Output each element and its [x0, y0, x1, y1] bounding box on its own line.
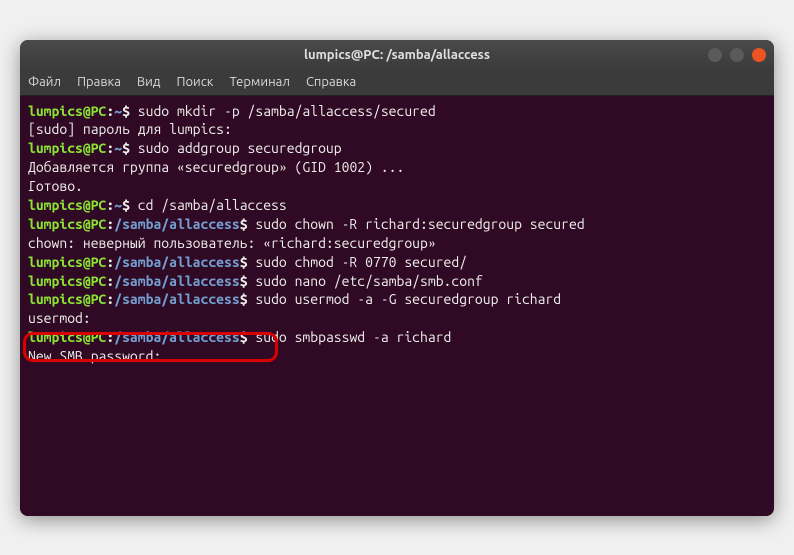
close-button[interactable]	[752, 48, 766, 62]
command-text: sudo addgroup securedgroup	[130, 140, 342, 156]
terminal-command-line: lumpics@PC:/samba/allaccess$ sudo chown …	[28, 215, 766, 234]
command-text: sudo smbpasswd -a richard	[248, 329, 452, 345]
prompt-user: lumpics@PC	[28, 273, 106, 289]
menu-help[interactable]: Справка	[306, 75, 356, 89]
prompt-dollar: $	[240, 273, 248, 289]
terminal-body[interactable]: lumpics@PC:~$ sudo mkdir -p /samba/allac…	[20, 96, 774, 516]
prompt-user: lumpics@PC	[28, 216, 106, 232]
output-text: Добавляется группа «securedgroup» (GID 1…	[28, 159, 404, 175]
terminal-command-line: lumpics@PC:~$ sudo addgroup securedgroup	[28, 139, 766, 158]
terminal-output-line: Добавляется группа «securedgroup» (GID 1…	[28, 158, 766, 177]
prompt-path: ~	[114, 140, 122, 156]
window-controls	[708, 48, 766, 62]
prompt-dollar: $	[240, 329, 248, 345]
prompt-path: /samba/allaccess	[114, 216, 239, 232]
prompt-dollar: $	[240, 291, 248, 307]
terminal-command-line: lumpics@PC:/samba/allaccess$ sudo usermo…	[28, 290, 766, 309]
terminal-output-line: chown: неверный пользователь: «richard:s…	[28, 234, 766, 253]
output-text: New SMB password:	[28, 348, 161, 364]
command-text: sudo nano /etc/samba/smb.conf	[248, 273, 483, 289]
prompt-path: ~	[114, 197, 122, 213]
output-text: chown: неверный пользователь: «richard:s…	[28, 235, 436, 251]
prompt-user: lumpics@PC	[28, 140, 106, 156]
prompt-dollar: $	[122, 140, 130, 156]
prompt-user: lumpics@PC	[28, 291, 106, 307]
prompt-dollar: $	[240, 254, 248, 270]
command-text: sudo mkdir -p /samba/allaccess/secured	[130, 103, 436, 119]
terminal-command-line: lumpics@PC:/samba/allaccess$ sudo nano /…	[28, 272, 766, 291]
terminal-output-line: [sudo] пароль для lumpics:	[28, 120, 766, 139]
titlebar[interactable]: lumpics@PC: /samba/allaccess	[20, 40, 774, 70]
output-text: Готово.	[28, 178, 83, 194]
menu-edit[interactable]: Правка	[77, 75, 121, 89]
menu-file[interactable]: Файл	[28, 75, 61, 89]
prompt-path: /samba/allaccess	[114, 329, 239, 345]
prompt-user: lumpics@PC	[28, 329, 106, 345]
prompt-path: ~	[114, 103, 122, 119]
minimize-button[interactable]	[708, 48, 722, 62]
output-text: usermod:	[28, 310, 91, 326]
command-text: sudo usermod -a -G securedgroup richard	[248, 291, 562, 307]
terminal-output-line: New SMB password:	[28, 347, 766, 366]
menu-terminal[interactable]: Терминал	[229, 75, 289, 89]
menu-search[interactable]: Поиск	[176, 75, 213, 89]
terminal-command-line: lumpics@PC:~$ sudo mkdir -p /samba/allac…	[28, 102, 766, 121]
prompt-path: /samba/allaccess	[114, 273, 239, 289]
prompt-path: /samba/allaccess	[114, 254, 239, 270]
prompt-user: lumpics@PC	[28, 254, 106, 270]
prompt-user: lumpics@PC	[28, 103, 106, 119]
menu-view[interactable]: Вид	[137, 75, 161, 89]
prompt-dollar: $	[240, 216, 248, 232]
command-text: sudo chmod -R 0770 secured/	[248, 254, 468, 270]
prompt-user: lumpics@PC	[28, 197, 106, 213]
terminal-command-line: lumpics@PC:/samba/allaccess$ sudo smbpas…	[28, 328, 766, 347]
terminal-window: lumpics@PC: /samba/allaccess Файл Правка…	[20, 40, 774, 516]
command-text: sudo chown -R richard:securedgroup secur…	[248, 216, 585, 232]
prompt-dollar: $	[122, 103, 130, 119]
terminal-command-line: lumpics@PC:/samba/allaccess$ sudo chmod …	[28, 253, 766, 272]
prompt-path: /samba/allaccess	[114, 291, 239, 307]
terminal-output-line: usermod:	[28, 309, 766, 328]
terminal-output-line: Готово.	[28, 177, 766, 196]
terminal-command-line: lumpics@PC:~$ cd /samba/allaccess	[28, 196, 766, 215]
menubar: Файл Правка Вид Поиск Терминал Справка	[20, 70, 774, 96]
prompt-dollar: $	[122, 197, 130, 213]
output-text: [sudo] пароль для lumpics:	[28, 121, 232, 137]
maximize-button[interactable]	[730, 48, 744, 62]
window-title: lumpics@PC: /samba/allaccess	[304, 48, 490, 62]
command-text: cd /samba/allaccess	[130, 197, 287, 213]
